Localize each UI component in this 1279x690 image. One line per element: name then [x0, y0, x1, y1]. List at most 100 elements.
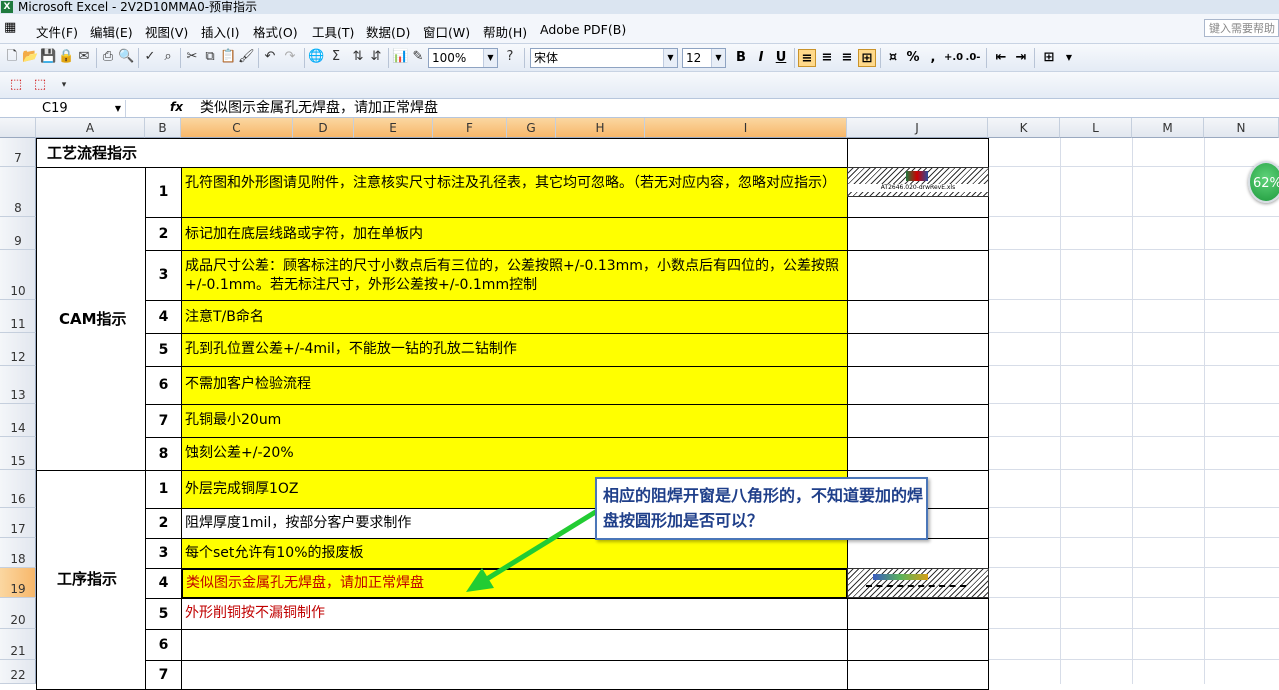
cam-item-number[interactable]: 6	[145, 366, 182, 405]
column-header-d[interactable]: D	[293, 118, 354, 138]
process-item-number[interactable]: 5	[145, 598, 182, 630]
cell-j13[interactable]	[847, 366, 989, 405]
column-header-a[interactable]: A	[36, 118, 145, 138]
column-header-k[interactable]: K	[988, 118, 1060, 138]
sort-ascending-icon[interactable]: ⇅	[350, 49, 366, 65]
row-header-10[interactable]: 10	[0, 250, 36, 300]
decrease-indent-icon[interactable]: ⇤	[992, 49, 1010, 67]
cam-item-text-cell[interactable]: 注意T/B命名	[181, 300, 848, 334]
cell-j21[interactable]	[847, 629, 989, 661]
chevron-down-icon[interactable]: ▼	[483, 49, 497, 67]
cell-j11[interactable]	[847, 300, 989, 334]
process-item-number[interactable]: 3	[145, 538, 182, 569]
insert-function-icon[interactable]: fx	[170, 100, 183, 114]
italic-button[interactable]: I	[752, 49, 770, 67]
process-item-number[interactable]: 7	[145, 660, 182, 690]
align-right-button[interactable]: ≡	[838, 49, 856, 67]
cam-item-number[interactable]: 8	[145, 437, 182, 471]
cell-j18[interactable]	[847, 538, 989, 569]
column-header-e[interactable]: E	[354, 118, 433, 138]
toolbar-options-icon[interactable]: ▾	[56, 77, 72, 93]
borders-icon[interactable]: ⊞	[1040, 49, 1058, 67]
cell-j7[interactable]	[847, 138, 989, 168]
open-icon[interactable]: 📂	[22, 49, 38, 65]
process-item-text-cell[interactable]: 外形削铜按不漏铜制作	[181, 598, 848, 630]
menu-view[interactable]: 视图(V)	[145, 22, 188, 41]
merge-center-button[interactable]: ⊞	[858, 49, 876, 67]
process-item-text-cell[interactable]	[181, 660, 848, 690]
new-icon[interactable]: 🗋	[4, 49, 20, 65]
convert-to-pdf-icon[interactable]: ⬚	[8, 77, 24, 93]
process-group-cell[interactable]: 工序指示	[36, 470, 146, 690]
cam-item-text-cell[interactable]: 标记加在底层线路或字符，加在单板内	[181, 217, 848, 251]
cell-j22[interactable]	[847, 660, 989, 690]
row-header-13[interactable]: 13	[0, 366, 36, 404]
cam-item-number[interactable]: 1	[145, 167, 182, 218]
sort-descending-icon[interactable]: ⇵	[368, 49, 384, 65]
pdf-email-icon[interactable]: ⬚	[32, 77, 48, 93]
chevron-down-icon[interactable]: ▼	[115, 100, 121, 117]
chevron-down-icon[interactable]: ▼	[663, 49, 677, 67]
align-left-button[interactable]: ≡	[798, 49, 816, 67]
column-header-h[interactable]: H	[556, 118, 645, 138]
undo-icon[interactable]: ↶	[262, 49, 278, 65]
menu-tools[interactable]: 工具(T)	[312, 22, 354, 41]
menu-data[interactable]: 数据(D)	[366, 22, 410, 41]
align-center-button[interactable]: ≡	[818, 49, 836, 67]
embedded-excel-object[interactable]: AT2646.020-drwRevE.xls	[847, 167, 989, 197]
menu-help[interactable]: 帮助(H)	[483, 22, 527, 41]
cell-j15[interactable]	[847, 437, 989, 471]
decrease-decimal-icon[interactable]: .0-	[964, 49, 982, 67]
increase-decimal-icon[interactable]: +.0	[944, 49, 963, 67]
column-header-i[interactable]: I	[645, 118, 847, 138]
row-header-19[interactable]: 19	[0, 568, 36, 598]
hyperlink-icon[interactable]: 🌐	[308, 49, 324, 65]
permission-icon[interactable]: 🔒	[58, 49, 74, 65]
menu-adobe-pdf[interactable]: Adobe PDF(B)	[540, 22, 626, 37]
print-preview-icon[interactable]: 🔍	[118, 49, 134, 65]
select-all-corner[interactable]	[0, 118, 36, 138]
increase-indent-icon[interactable]: ⇥	[1012, 49, 1030, 67]
help-icon[interactable]: ?	[502, 49, 518, 65]
redo-icon[interactable]: ↷	[282, 49, 298, 65]
cam-item-number[interactable]: 3	[145, 250, 182, 301]
row-header-15[interactable]: 15	[0, 437, 36, 470]
row-header-18[interactable]: 18	[0, 538, 36, 568]
menu-window[interactable]: 窗口(W)	[423, 22, 470, 41]
menu-format[interactable]: 格式(O)	[253, 22, 298, 41]
row-header-9[interactable]: 9	[0, 217, 36, 250]
cell-j12[interactable]	[847, 333, 989, 367]
column-header-c[interactable]: C	[181, 118, 293, 138]
zoom-select[interactable]: 100% ▼	[428, 48, 498, 68]
cam-item-text-cell[interactable]: 孔符图和外形图请见附件，注意核实尺寸标注及孔径表，其它均可忽略。（若无对应内容，…	[181, 167, 848, 218]
chart-wizard-icon[interactable]: 📊	[392, 49, 408, 65]
process-item-number[interactable]: 6	[145, 629, 182, 661]
row-header-17[interactable]: 17	[0, 508, 36, 538]
menu-edit[interactable]: 编辑(E)	[90, 22, 133, 41]
process-item-text-cell[interactable]	[181, 629, 848, 661]
column-header-b[interactable]: B	[145, 118, 181, 138]
chevron-down-icon[interactable]: ▼	[1060, 49, 1078, 67]
row-header-16[interactable]: 16	[0, 470, 36, 508]
row-header-12[interactable]: 12	[0, 333, 36, 366]
row-header-8[interactable]: 8	[0, 167, 36, 217]
cell-j9[interactable]	[847, 217, 989, 251]
autosum-icon[interactable]: Σ	[328, 49, 344, 65]
callout-comment[interactable]: 相应的阻焊开窗是八角形的，不知道要加的焊盘按圆形加是否可以？	[595, 477, 928, 540]
column-header-l[interactable]: L	[1060, 118, 1132, 138]
column-header-n[interactable]: N	[1204, 118, 1279, 138]
chevron-down-icon[interactable]: ▼	[711, 49, 725, 67]
process-item-number[interactable]: 2	[145, 508, 182, 539]
cut-icon[interactable]: ✂	[184, 49, 200, 65]
formula-input[interactable]: 类似图示金属孔无焊盘，请加正常焊盘	[200, 99, 438, 117]
print-icon[interactable]: ⎙	[100, 49, 116, 65]
drawing-icon[interactable]: ✎	[410, 49, 426, 65]
row-header-20[interactable]: 20	[0, 598, 36, 629]
menu-insert[interactable]: 插入(I)	[201, 22, 239, 41]
excel-app-icon[interactable]: X	[1, 1, 13, 13]
underline-button[interactable]: U	[772, 49, 790, 67]
column-header-g[interactable]: G	[507, 118, 556, 138]
paste-icon[interactable]: 📋	[220, 49, 236, 65]
row-header-11[interactable]: 11	[0, 300, 36, 333]
process-item-number[interactable]: 4	[145, 568, 182, 599]
